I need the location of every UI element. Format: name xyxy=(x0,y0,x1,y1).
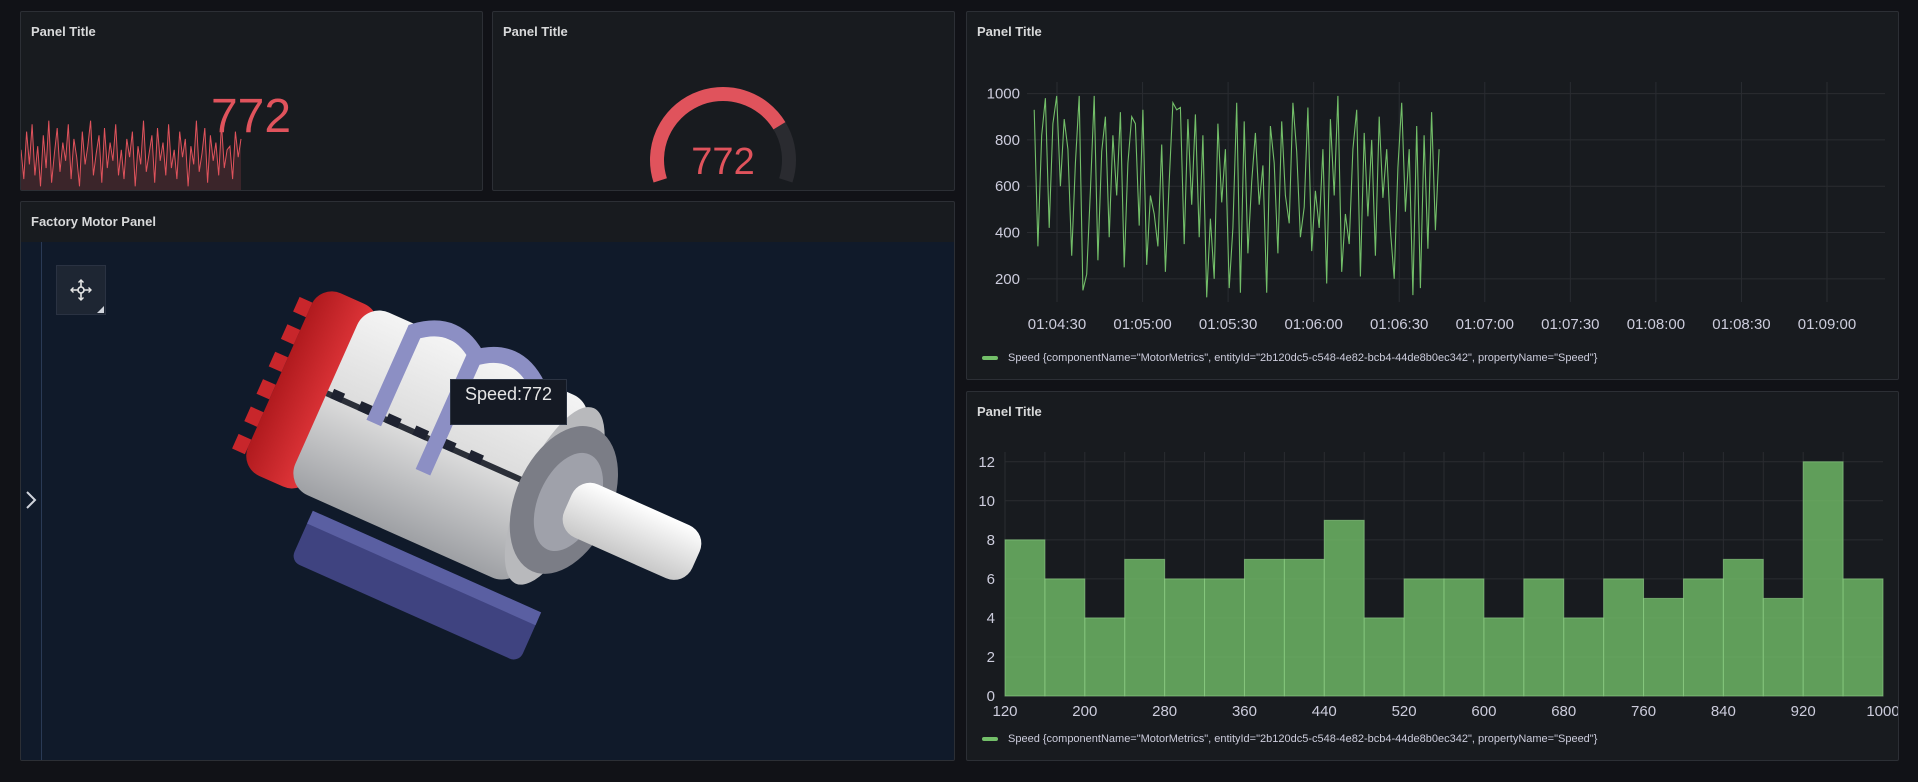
gauge-panel: Panel Title 772 xyxy=(492,11,955,191)
histogram-chart: 024681012120 200 280 360 440 520 600 680 760 840 9… xyxy=(978,452,1898,720)
histogram-bar xyxy=(1563,617,1605,697)
y-tick-label: 4 xyxy=(987,610,995,627)
stat-panel: Panel Title 772 xyxy=(20,11,483,191)
x-tick-label: 01:04:30 xyxy=(1028,316,1086,333)
histogram-bar xyxy=(1403,578,1445,697)
histogram-bar xyxy=(1643,597,1684,697)
stat-sparkline: 772 xyxy=(21,90,291,190)
x-tick-label: 01:05:30 xyxy=(1199,316,1257,333)
x-tick-label: 200 xyxy=(1072,703,1097,720)
y-tick-label: 8 xyxy=(987,532,995,549)
legend-swatch xyxy=(982,356,998,360)
y-tick-label: 600 xyxy=(995,178,1020,195)
factory-motor-panel: Factory Motor Panel Speed:772 xyxy=(20,201,955,761)
x-tick-label: 01:06:00 xyxy=(1284,316,1342,333)
y-tick-label: 10 xyxy=(978,493,995,510)
panel-title[interactable]: Factory Motor Panel xyxy=(31,214,156,229)
x-tick-label: 760 xyxy=(1631,703,1656,720)
x-tick-label: 01:09:00 xyxy=(1798,316,1856,333)
histogram-bar xyxy=(1204,578,1245,697)
legend-label: Speed {componentName="MotorMetrics", ent… xyxy=(1008,733,1598,745)
x-tick-label: 360 xyxy=(1232,703,1257,720)
y-tick-label: 1000 xyxy=(987,86,1020,103)
histogram-bar xyxy=(1483,617,1525,697)
x-tick-label: 280 xyxy=(1152,703,1177,720)
y-tick-label: 800 xyxy=(995,132,1020,149)
histogram-bar xyxy=(1004,539,1046,697)
x-tick-label: 520 xyxy=(1392,703,1417,720)
x-tick-label: 840 xyxy=(1711,703,1736,720)
scene-viewport[interactable]: Speed:772 xyxy=(21,242,954,760)
histogram-panel: Panel Title 0 2 4 6 8 10 12 120 200 280 360 440 520 6… xyxy=(966,391,1899,761)
histogram-bar xyxy=(1443,578,1485,697)
histogram-bar xyxy=(1243,558,1285,697)
legend-item[interactable]: Speed {componentName="MotorMetrics", ent… xyxy=(982,733,1597,745)
x-tick-label: 01:08:00 xyxy=(1627,316,1685,333)
histogram-bar xyxy=(1084,617,1126,697)
timeseries-chart: 200 400 600 800 1000 01:04:30 01:05:00 01:05:30… xyxy=(987,82,1885,333)
histogram-bar xyxy=(1523,578,1565,697)
legend-label: Speed {componentName="MotorMetrics", ent… xyxy=(1008,352,1598,364)
x-tick-label: 01:06:30 xyxy=(1370,316,1428,333)
motor-model xyxy=(232,291,702,660)
x-tick-label: 120 xyxy=(992,703,1017,720)
y-tick-label: 12 xyxy=(978,454,995,471)
x-tick-label: 680 xyxy=(1551,703,1576,720)
x-tick-label: 01:07:30 xyxy=(1541,316,1599,333)
histogram-bar xyxy=(1722,558,1764,697)
histogram-bar xyxy=(1124,558,1166,697)
gauge: 772 xyxy=(650,87,796,183)
stat-value: 772 xyxy=(211,90,291,143)
x-tick-label: 600 xyxy=(1471,703,1496,720)
histogram-bar xyxy=(1682,578,1724,697)
legend-item[interactable]: Speed {componentName="MotorMetrics", ent… xyxy=(982,352,1597,364)
histogram-bar xyxy=(1842,578,1884,697)
x-tick-label: 920 xyxy=(1791,703,1816,720)
y-tick-label: 400 xyxy=(995,225,1020,242)
histogram-bar xyxy=(1603,578,1645,697)
histogram-bar xyxy=(1762,597,1804,697)
histogram-bar xyxy=(1044,578,1086,697)
y-tick-label: 6 xyxy=(987,571,995,588)
y-tick-label: 2 xyxy=(987,649,995,666)
y-tick-label: 200 xyxy=(995,271,1020,288)
x-tick-label: 440 xyxy=(1312,703,1337,720)
gauge-value: 772 xyxy=(691,141,754,183)
histogram-bar xyxy=(1363,617,1405,697)
speed-tooltip: Speed:772 xyxy=(450,379,567,425)
histogram-bar xyxy=(1802,461,1844,697)
x-tick-label: 1000 xyxy=(1866,703,1898,720)
x-tick-label: 01:07:00 xyxy=(1456,316,1514,333)
legend-swatch xyxy=(982,737,998,741)
histogram-bar xyxy=(1164,578,1206,697)
histogram-bar xyxy=(1283,558,1325,697)
x-tick-label: 01:05:00 xyxy=(1113,316,1171,333)
series-line xyxy=(1033,95,1440,298)
x-tick-label: 01:08:30 xyxy=(1712,316,1770,333)
timeseries-panel: Panel Title 200 400 600 800 1000 01:04:30 01:0… xyxy=(966,11,1899,380)
histogram-bar xyxy=(1323,519,1365,697)
